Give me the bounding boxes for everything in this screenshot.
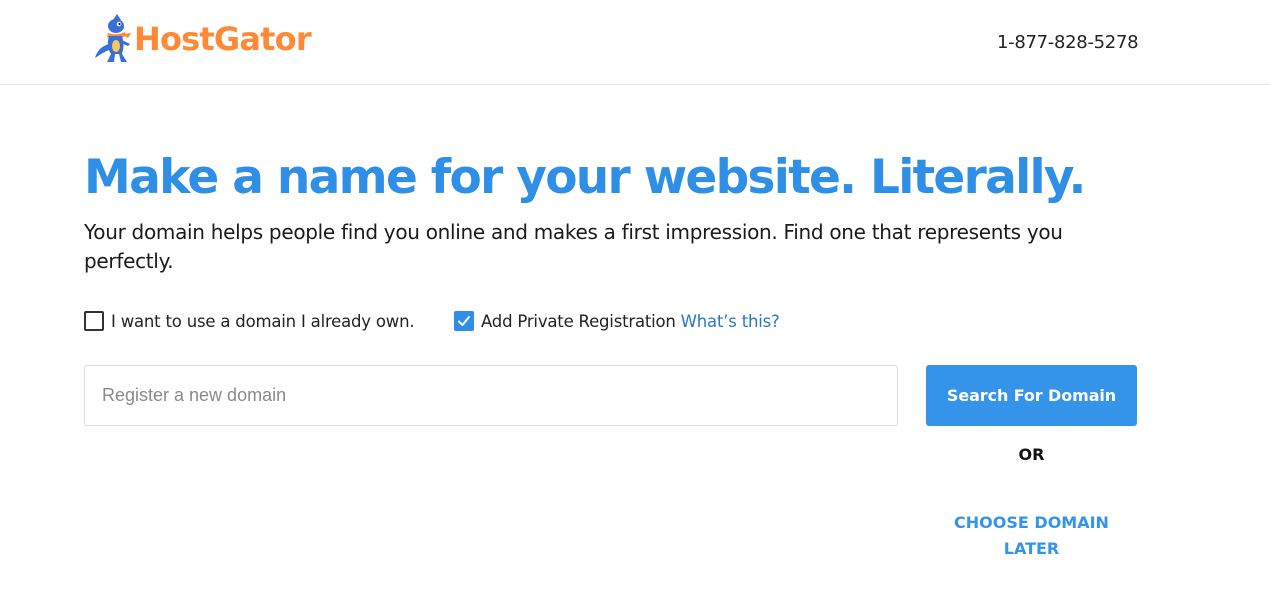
search-domain-button[interactable]: Search For Domain [926, 365, 1137, 426]
checkmark-icon [458, 316, 470, 326]
domain-search-input[interactable] [84, 365, 898, 426]
site-header: HostGator 1-877-828-5278 [0, 0, 1270, 85]
phone-number[interactable]: 1-877-828-5278 [997, 32, 1139, 53]
whats-this-link[interactable]: What’s this? [681, 312, 780, 331]
page-headline: Make a name for your website. Literally. [84, 150, 1086, 205]
page-subtext: Your domain helps people find you online… [84, 220, 1063, 273]
own-domain-checkbox[interactable] [84, 311, 104, 331]
private-registration-option[interactable]: Add Private Registration What’s this? [454, 311, 780, 331]
private-registration-label: Add Private Registration [481, 311, 676, 331]
private-registration-checkbox[interactable] [454, 311, 474, 331]
logo-text: HostGator [134, 20, 312, 58]
own-domain-label: I want to use a domain I already own. [111, 311, 415, 331]
gator-mascot-icon [95, 14, 131, 62]
hostgator-logo[interactable]: HostGator [94, 14, 312, 64]
choose-later-line1: CHOOSE DOMAIN [954, 513, 1109, 532]
choose-later-line2: LATER [1003, 539, 1060, 558]
or-separator: OR [1018, 445, 1045, 464]
own-domain-option[interactable]: I want to use a domain I already own. [84, 311, 415, 331]
choose-domain-later-link[interactable]: CHOOSE DOMAIN LATER [926, 510, 1137, 562]
